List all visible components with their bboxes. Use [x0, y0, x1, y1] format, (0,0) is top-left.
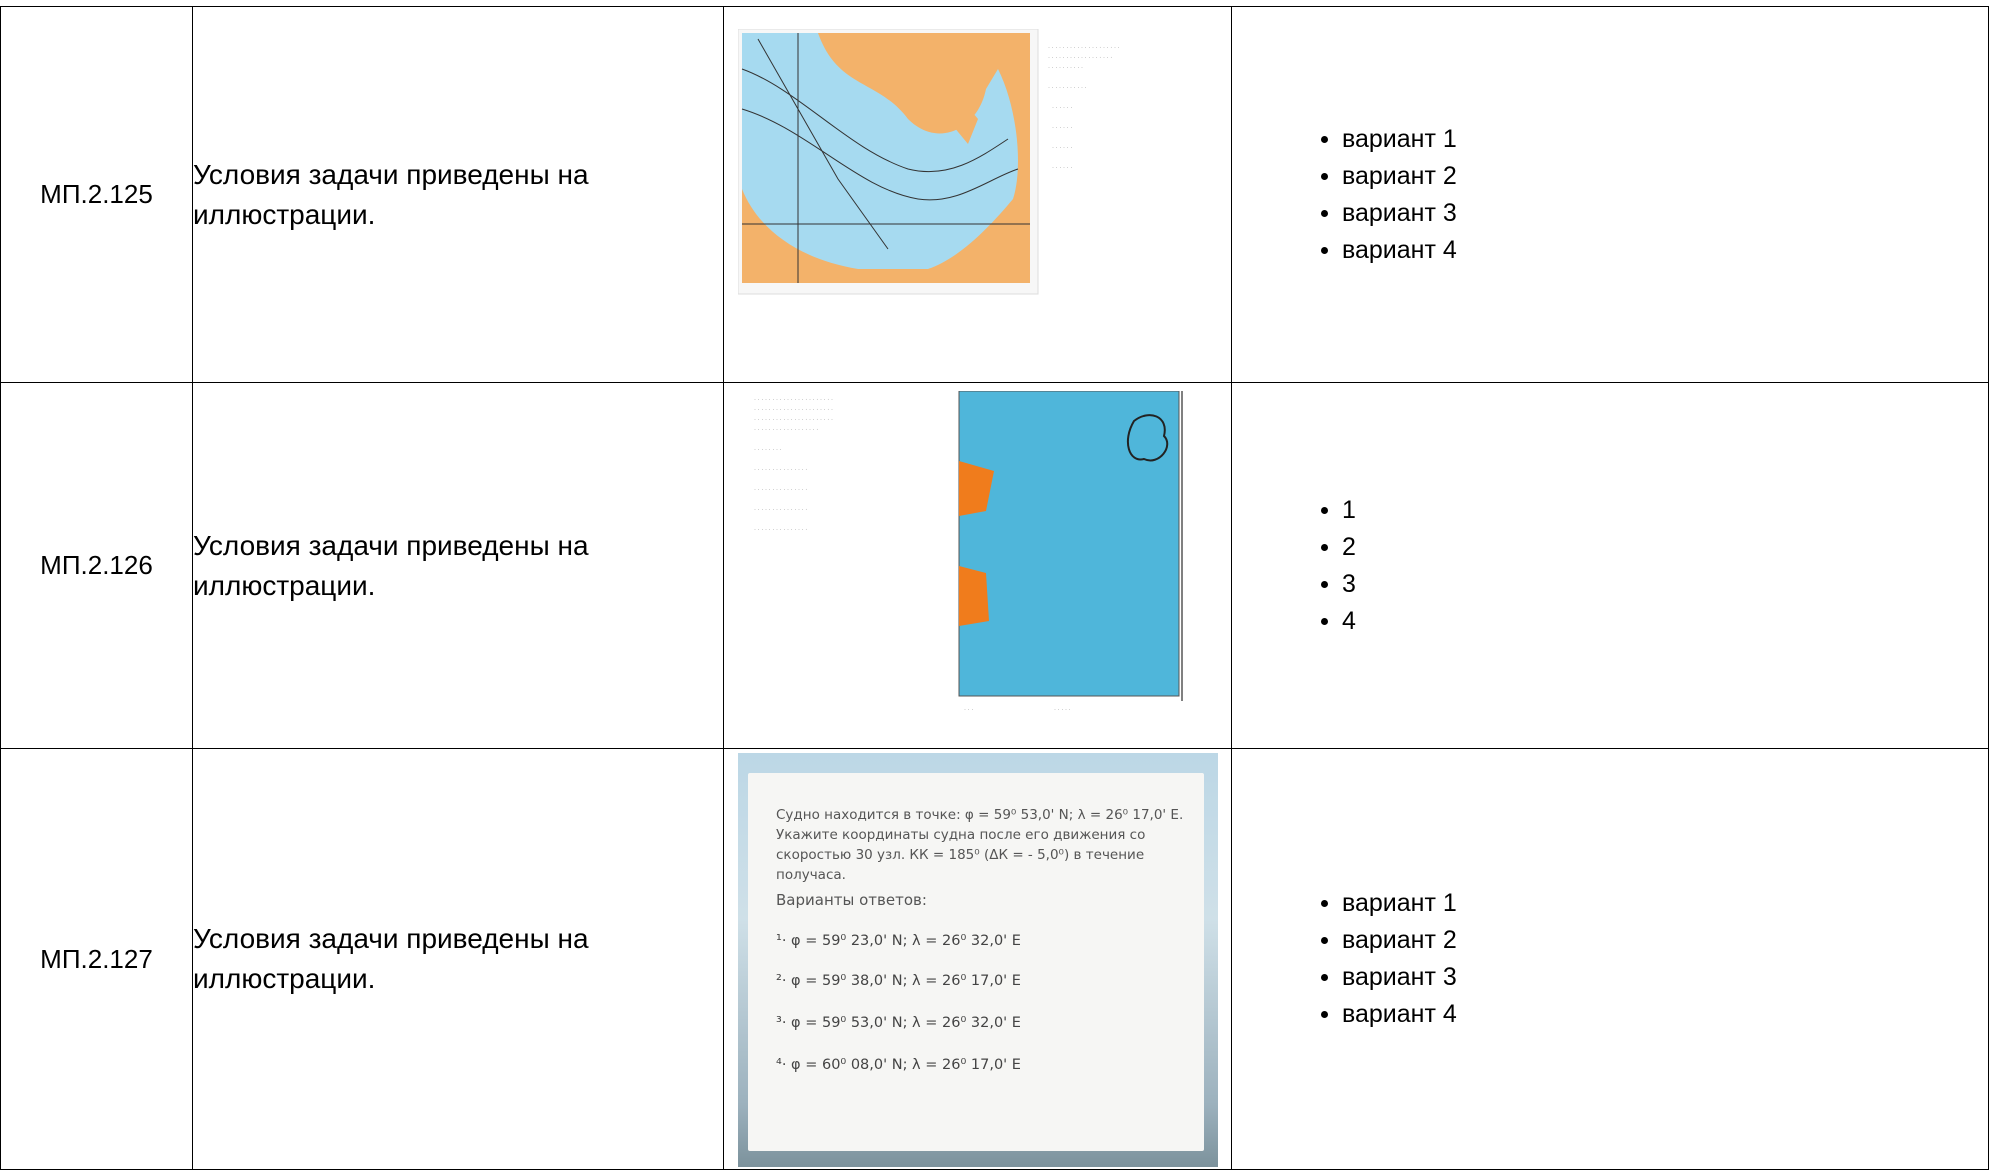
answers-cell: 1 2 3 4	[1231, 382, 1989, 749]
answer-option: 4	[1342, 603, 1988, 640]
answers-list: вариант 1 вариант 2 вариант 3 вариант 4	[1232, 885, 1988, 1033]
answer-option: вариант 4	[1342, 232, 1988, 269]
answer-option: вариант 3	[1342, 195, 1988, 232]
illustration-option: ¹· φ = 59⁰ 23,0' N; λ = 26⁰ 32,0' E	[776, 933, 1021, 949]
svg-text:· · · · · · · · · · · · · · ·: · · · · · · · · · · · · · · · · · · · · …	[754, 407, 833, 413]
question-illustration: · · · · · · · · · · · · · · · · · · · · …	[723, 6, 1232, 383]
svg-text:· · · · · ·: · · · · · ·	[1052, 165, 1072, 171]
svg-text:· · ·: · · ·	[964, 707, 973, 713]
svg-text:· · · · · · · · · · · · · · ·: · · · · · · · · · · · · · · · · · ·	[754, 427, 818, 433]
svg-text:· · · · · · · · · · · · · · ·: · · · · · · · · · · · · · · ·	[754, 527, 807, 533]
answer-option: вариант 2	[1342, 158, 1988, 195]
answer-option: вариант 1	[1342, 885, 1988, 922]
chart-map-image: · · · · · · · · · · · · · · · · · · · · …	[754, 391, 1183, 713]
table-row: МП.2.127 Условия задачи приведены на илл…	[0, 748, 1989, 1170]
answers-cell: вариант 1 вариант 2 вариант 3 вариант 4	[1231, 748, 1989, 1170]
illustration-panel: Судно находится в точке: φ = 59⁰ 53,0' N…	[738, 753, 1218, 1167]
answer-option: 3	[1342, 566, 1988, 603]
question-illustration: Судно находится в точке: φ = 59⁰ 53,0' N…	[723, 748, 1232, 1170]
svg-text:· · · · · · · · · · · · · · ·: · · · · · · · · · · · · · · · · · · · · …	[754, 397, 833, 403]
question-text: Условия задачи приведены на иллюстрации.	[192, 6, 724, 383]
chart-map-image: · · · · · · · · · · · · · · · · · · · · …	[738, 29, 1120, 295]
illustration-card: Судно находится в точке: φ = 59⁰ 53,0' N…	[748, 773, 1204, 1151]
svg-text:· · · · · · · · · · ·: · · · · · · · · · · ·	[1048, 85, 1087, 91]
question-text: Условия задачи приведены на иллюстрации.	[192, 382, 724, 749]
svg-text:· · · · · · · ·: · · · · · · · ·	[754, 447, 782, 453]
svg-text:· · · · · · · · · · · · · · ·: · · · · · · · · · · · · · · ·	[754, 467, 807, 473]
question-id: МП.2.127	[0, 748, 193, 1170]
svg-text:· · · · · · · · · · · · · · ·: · · · · · · · · · · · · · · ·	[754, 507, 807, 513]
answers-list: 1 2 3 4	[1232, 492, 1988, 640]
svg-text:· · · · ·: · · · · ·	[1054, 707, 1071, 713]
answers-cell: вариант 1 вариант 2 вариант 3 вариант 4	[1231, 6, 1989, 383]
question-illustration: · · · · · · · · · · · · · · · · · · · · …	[723, 382, 1232, 749]
answer-option: вариант 2	[1342, 922, 1988, 959]
questions-table: МП.2.125 Условия задачи приведены на илл…	[0, 6, 1989, 1170]
svg-text:· · · · · · · · · · · · · · ·: · · · · · · · · · · · · · · ·	[754, 487, 807, 493]
svg-text:· · · · · ·: · · · · · ·	[1052, 125, 1072, 131]
svg-text:· · · · · · · · · ·: · · · · · · · · · ·	[1048, 65, 1083, 71]
svg-text:· · · · · ·: · · · · · ·	[1052, 145, 1072, 151]
answer-option: 2	[1342, 529, 1988, 566]
answer-option: вариант 1	[1342, 121, 1988, 158]
illustration-option: ²· φ = 59⁰ 38,0' N; λ = 26⁰ 17,0' E	[776, 973, 1021, 989]
question-id: МП.2.126	[0, 382, 193, 749]
svg-text:· · · · · · · · · · · · · · ·: · · · · · · · · · · · · · · · · · · · · …	[754, 417, 833, 423]
illustration-options-title: Варианты ответов:	[776, 891, 927, 909]
svg-text:· · · · · ·: · · · · · ·	[1052, 105, 1072, 111]
illustration-option: ³· φ = 59⁰ 53,0' N; λ = 26⁰ 32,0' E	[776, 1015, 1021, 1031]
question-text: Условия задачи приведены на иллюстрации.	[192, 748, 724, 1170]
table-row: МП.2.125 Условия задачи приведены на илл…	[0, 6, 1989, 383]
svg-text:· · · · · · · · · · · · · · ·: · · · · · · · · · · · · · · · · · ·	[1048, 55, 1112, 61]
answer-option: вариант 4	[1342, 996, 1988, 1033]
answer-option: вариант 3	[1342, 959, 1988, 996]
table-row: МП.2.126 Условия задачи приведены на илл…	[0, 382, 1989, 749]
illustration-condition: Судно находится в точке: φ = 59⁰ 53,0' N…	[776, 807, 1184, 883]
svg-text:· · · · · · · · · · · · · · ·: · · · · · · · · · · · · · · · · · · · ·	[1048, 45, 1120, 51]
illustration-option: ⁴· φ = 60⁰ 08,0' N; λ = 26⁰ 17,0' E	[776, 1057, 1021, 1073]
question-id: МП.2.125	[0, 6, 193, 383]
answers-list: вариант 1 вариант 2 вариант 3 вариант 4	[1232, 121, 1988, 269]
answer-option: 1	[1342, 492, 1988, 529]
